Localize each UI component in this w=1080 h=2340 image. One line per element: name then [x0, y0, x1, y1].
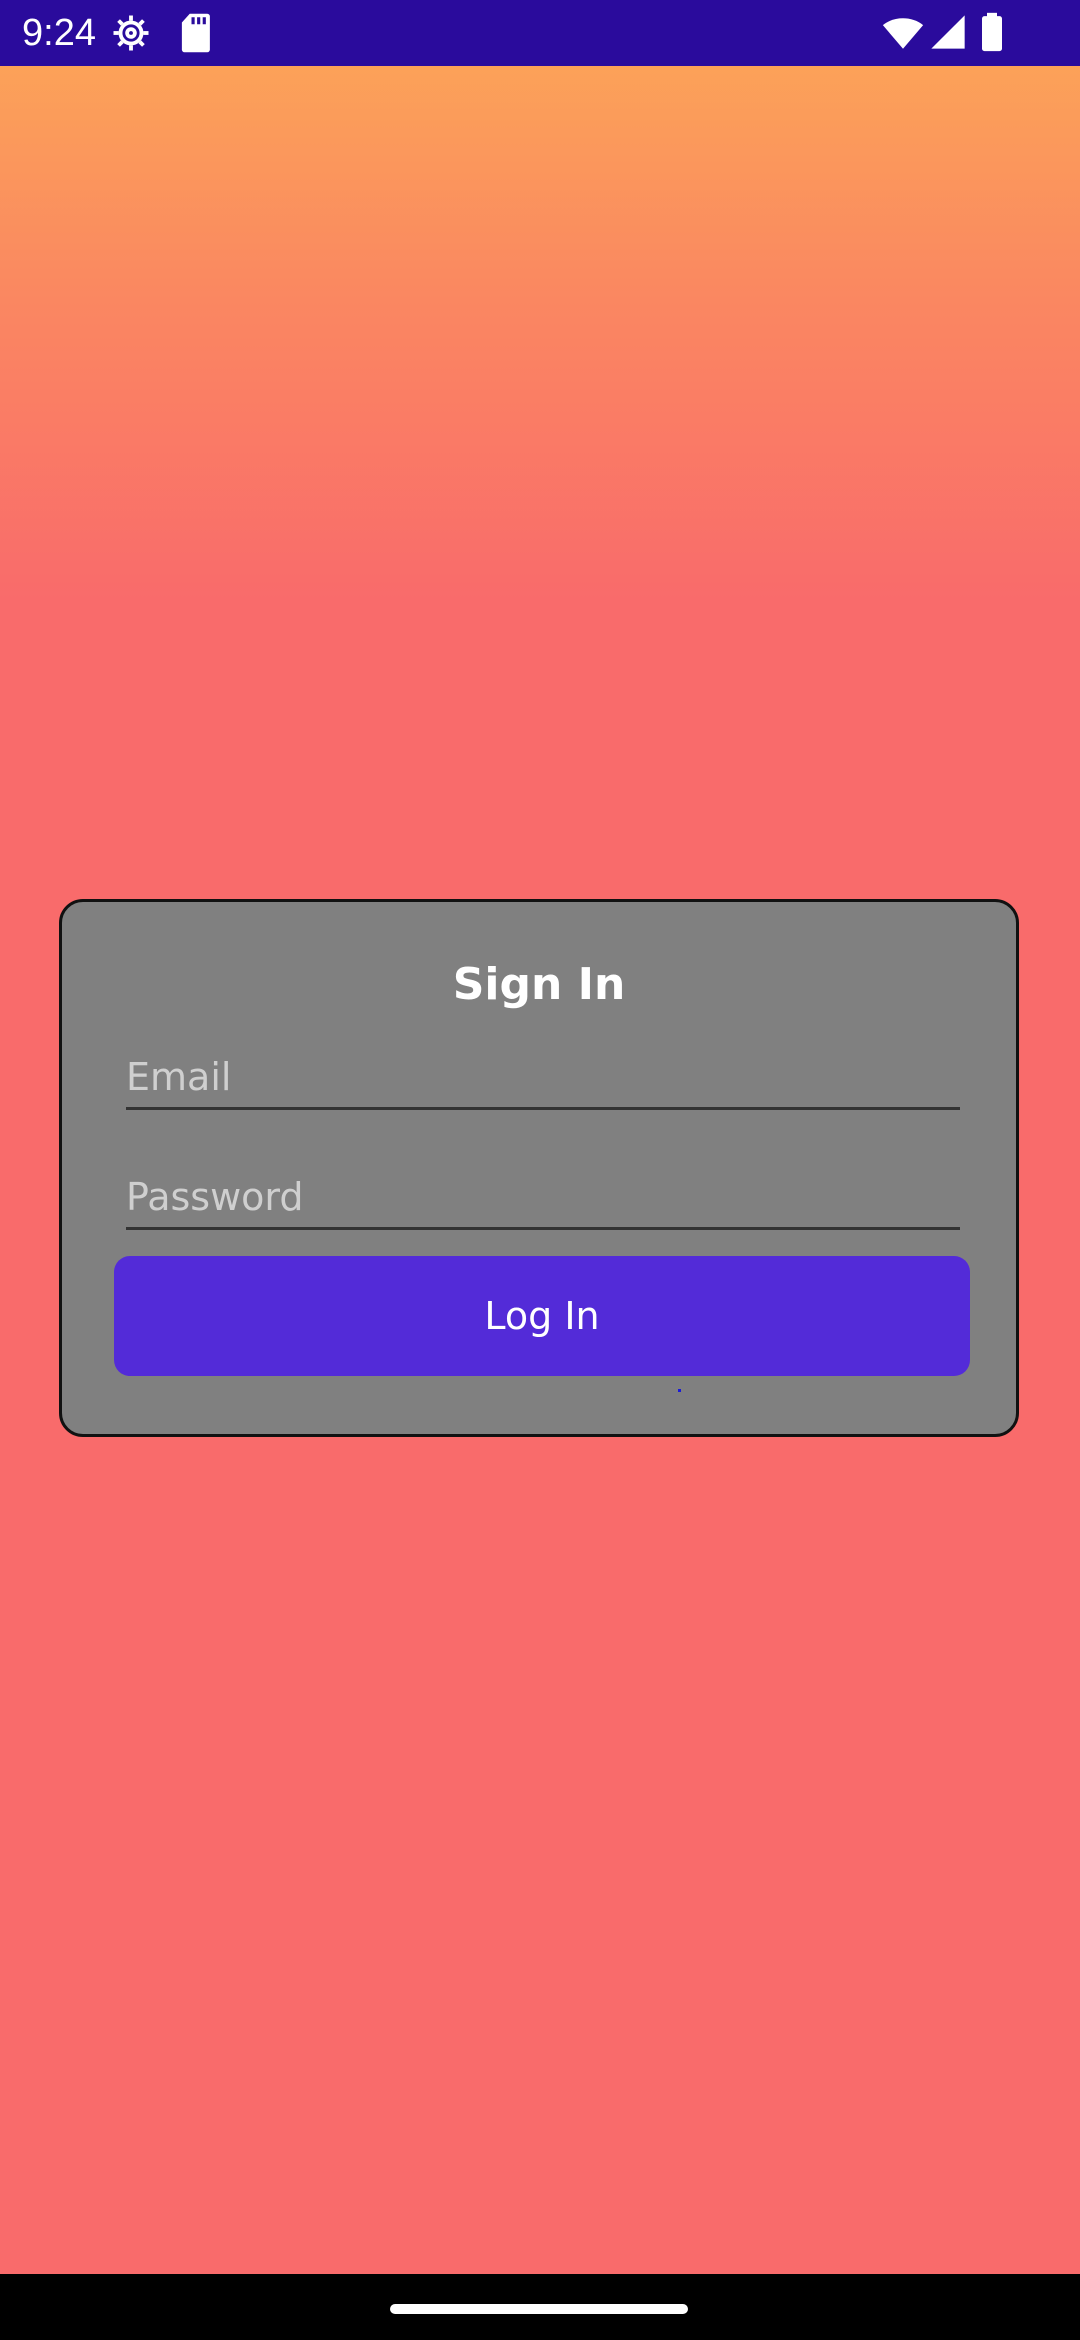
status-time: 9:24 [22, 12, 96, 54]
status-bar: 9:24 [0, 0, 1080, 66]
wifi-icon [882, 18, 924, 49]
sign-in-title: Sign In [452, 959, 626, 1010]
log-in-button[interactable]: Log In [114, 1256, 970, 1376]
decorative-dot [678, 1389, 681, 1392]
password-field[interactable] [126, 1166, 960, 1230]
home-indicator[interactable] [390, 2304, 688, 2314]
sd-card-icon [181, 13, 210, 53]
navigation-bar [0, 2274, 1080, 2340]
signal-icon [931, 15, 965, 49]
battery-icon [982, 12, 1002, 52]
email-field[interactable] [126, 1046, 960, 1110]
gear-icon [113, 15, 149, 51]
sign-in-card: Sign In Log In [59, 899, 1019, 1437]
